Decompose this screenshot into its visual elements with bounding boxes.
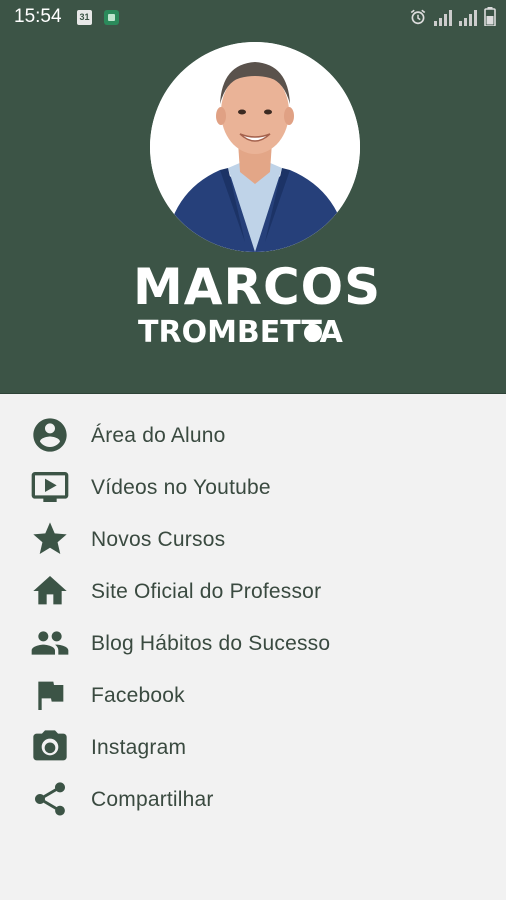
app-notification-icon (104, 10, 119, 25)
star-icon (30, 521, 70, 557)
people-icon (30, 625, 70, 661)
menu-item-label: Facebook (91, 684, 185, 707)
menu-item-area-do-aluno[interactable]: Área do Aluno (0, 412, 506, 458)
menu-item-novos-cursos[interactable]: Novos Cursos (0, 516, 506, 562)
status-bar: 15:54 31 (0, 0, 506, 34)
battery-icon (484, 7, 496, 26)
flag-icon (30, 677, 70, 713)
tv-play-icon (30, 469, 70, 505)
menu-item-label: Área do Aluno (91, 424, 226, 447)
signal-icon-2 (459, 10, 477, 26)
logo-name: MARCOS (133, 258, 380, 316)
drawer-header: 15:54 31 MARCOS TROMBETTA (0, 0, 506, 394)
camera-icon (30, 729, 70, 765)
logo-dot-icon (304, 324, 322, 342)
calendar-notification-icon: 31 (77, 10, 92, 25)
menu-item-facebook[interactable]: Facebook (0, 672, 506, 718)
profile-photo (150, 42, 360, 252)
menu-item-label: Novos Cursos (91, 528, 226, 551)
account-circle-icon (30, 417, 70, 453)
menu-item-compartilhar[interactable]: Compartilhar (0, 776, 506, 822)
menu-item-label: Blog Hábitos do Sucesso (91, 632, 331, 655)
menu-item-label: Compartilhar (91, 788, 214, 811)
menu-item-videos-youtube[interactable]: Vídeos no Youtube (0, 464, 506, 510)
menu-item-label: Instagram (91, 736, 187, 759)
share-icon (30, 781, 70, 817)
alarm-icon (410, 9, 426, 25)
brand-logo: MARCOS TROMBETTA (130, 255, 380, 350)
menu-item-instagram[interactable]: Instagram (0, 724, 506, 770)
menu-item-label: Site Oficial do Professor (91, 580, 322, 603)
menu-item-label: Vídeos no Youtube (91, 476, 271, 499)
menu-item-site-oficial[interactable]: Site Oficial do Professor (0, 568, 506, 614)
menu-item-blog-habitos[interactable]: Blog Hábitos do Sucesso (0, 620, 506, 666)
signal-icon-1 (434, 10, 452, 26)
status-time: 15:54 (14, 6, 62, 27)
home-icon (30, 573, 70, 609)
